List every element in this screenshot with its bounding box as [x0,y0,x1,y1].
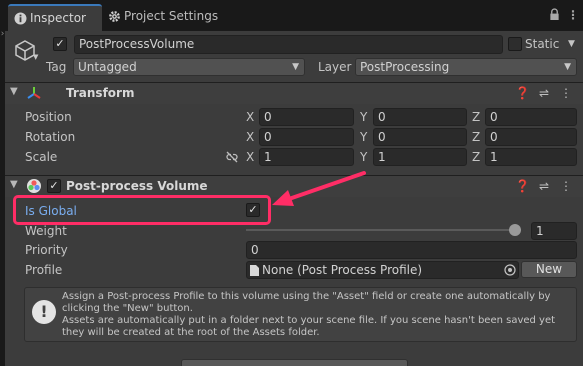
asset-file-icon [250,265,259,276]
icon-dropdown-arrow-icon[interactable]: ▼ [33,53,38,61]
chevron-down-icon: ▼ [564,62,571,72]
volume-title: Post-process Volume [66,179,208,193]
static-dropdown-arrow-icon[interactable]: ▼ [568,39,575,49]
more-options-icon[interactable]: ⋮ [566,8,580,22]
scale-y-field[interactable]: 1 [373,148,467,166]
layer-dropdown[interactable]: PostProcessing ▼ [355,58,577,76]
layer-label: Layer [318,60,352,74]
axis-z-label: Z [472,110,481,124]
transform-axes-icon [27,87,41,99]
unlinked-scale-icon[interactable] [225,151,239,163]
scale-z-field[interactable]: 1 [485,148,577,166]
presets-icon[interactable]: ⇌ [537,179,551,193]
weight-label: Weight [25,224,67,238]
axis-z-label: Z [472,150,481,164]
object-name-field[interactable]: PostProcessVolume [74,35,503,54]
new-profile-button[interactable]: New [521,261,577,278]
gear-icon [109,11,120,22]
more-options-icon[interactable]: ⋮ [559,179,573,193]
axis-y-label: Y [360,150,368,164]
position-label: Position [25,110,72,124]
component-tools: ❓ ⇌ ⋮ [507,86,573,100]
help-message: Assign a Post-process Profile to this vo… [62,291,556,338]
annotation-arrow-icon [272,171,366,206]
more-options-icon[interactable]: ⋮ [559,86,573,100]
axis-z-label: Z [472,130,481,144]
axis-y-label: Y [360,110,368,124]
help-icon[interactable]: ❓ [515,179,530,193]
static-label: Static [525,37,560,51]
weight-value-field[interactable]: 1 [531,222,577,240]
rotation-y-field[interactable]: 0 [373,128,467,146]
help-icon[interactable]: ❓ [515,86,530,100]
lock-icon[interactable] [547,8,561,22]
tag-dropdown-value: Untagged [78,60,137,74]
info-exclamation-icon: ! [32,300,56,324]
priority-field[interactable]: 0 [246,241,577,259]
add-component-button[interactable] [181,359,408,366]
tab-project-settings[interactable]: Project Settings [102,4,232,31]
presets-icon[interactable]: ⇌ [537,86,551,100]
component-tools: ❓ ⇌ ⋮ [507,179,573,193]
axis-y-label: Y [360,130,368,144]
priority-label: Priority [25,243,68,257]
rotation-z-field[interactable]: 0 [485,128,577,146]
fold-arrow-icon[interactable]: ▼ [10,86,18,97]
tag-label: Tag [46,60,67,74]
axis-x-label: X [246,150,255,164]
transform-title: Transform [66,86,135,100]
rotation-label: Rotation [25,130,76,144]
tab-label: Inspector [30,11,86,25]
rotation-x-field[interactable]: 0 [259,128,354,146]
post-process-volume-icon [27,179,41,193]
profile-object-field[interactable]: None (Post Process Profile) [246,261,519,279]
volume-enabled-checkbox[interactable]: ✓ [47,179,61,193]
weight-slider-handle[interactable] [509,224,521,236]
profile-label: Profile [25,263,63,277]
static-checkbox[interactable] [508,37,522,51]
transform-header[interactable]: ▼ Transform ❓ ⇌ ⋮ [5,82,583,104]
annotation-highlight-box [13,195,271,225]
axis-x-label: X [246,130,255,144]
active-checkbox[interactable]: ✓ [53,37,67,51]
tab-label: Project Settings [124,9,219,23]
axis-x-label: X [246,110,255,124]
info-icon [14,12,27,25]
tab-bar: Inspector Project Settings ⋮ [5,0,583,31]
profile-value: None (Post Process Profile) [262,263,423,277]
position-z-field[interactable]: 0 [485,108,577,126]
fold-arrow-icon[interactable]: ▼ [10,179,18,190]
help-box: ! Assign a Post-process Profile to this … [24,287,577,342]
weight-slider-track[interactable] [246,229,521,231]
layer-dropdown-value: PostProcessing [360,60,450,74]
tab-inspector[interactable]: Inspector [8,4,102,31]
tag-dropdown[interactable]: Untagged ▼ [73,58,305,76]
position-x-field[interactable]: 0 [259,108,354,126]
position-y-field[interactable]: 0 [373,108,467,126]
chevron-down-icon: ▼ [292,62,299,72]
object-picker-icon[interactable] [504,264,516,276]
scale-x-field[interactable]: 1 [259,148,354,166]
scale-label: Scale [25,150,58,164]
